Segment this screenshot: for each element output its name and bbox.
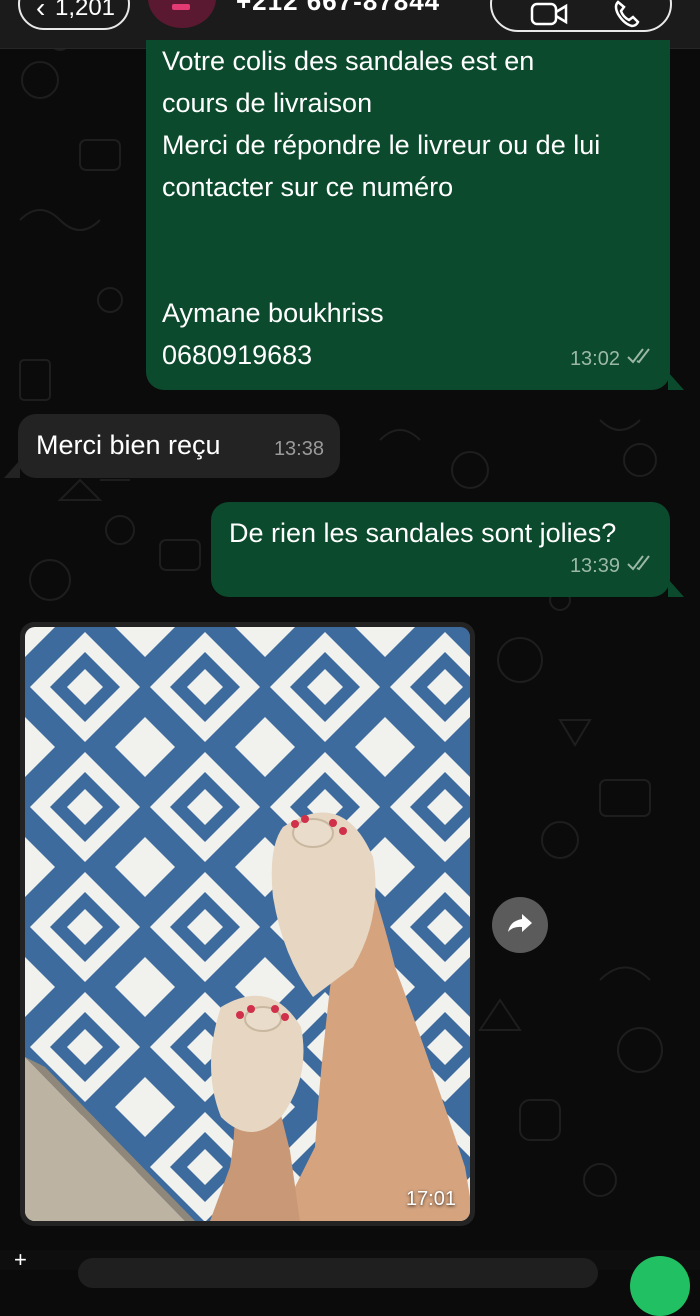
message-line: Aymane boukhriss (162, 298, 384, 328)
sandals-photo[interactable]: 17:01 (25, 627, 470, 1221)
message-time: 13:38 (273, 438, 324, 460)
outgoing-message[interactable]: Votre colis des sandales est en cours de… (146, 40, 670, 390)
image-time: 17:01 (405, 1188, 456, 1210)
bubble-tail (668, 579, 684, 597)
microphone-button[interactable] (630, 1256, 690, 1316)
message-meta: 13:39 (570, 545, 654, 587)
outgoing-message[interactable]: De rien les sandales sont jolies? 13:39 (211, 502, 670, 597)
forward-arrow-icon (507, 912, 533, 939)
chevron-left-icon: ‹ (36, 0, 46, 23)
message-line: Merci de répondre le livreur ou de lui (162, 130, 601, 160)
double-check-icon (626, 545, 654, 587)
phone-icon[interactable] (612, 0, 642, 33)
message-time: 13:02 (569, 348, 620, 370)
message-meta: 13:02 (570, 338, 654, 380)
incoming-message[interactable]: Merci bien reçu 13:38 (18, 414, 340, 478)
avatar[interactable] (148, 0, 216, 28)
message-text: Merci bien reçu (36, 430, 221, 460)
incoming-image-message[interactable]: 17:01 (20, 622, 475, 1226)
message-line: cours de livraison (162, 88, 373, 118)
message-line: Votre colis des sandales est en (162, 46, 535, 76)
video-camera-icon[interactable] (530, 0, 570, 33)
back-button[interactable]: ‹ 1,201 (18, 0, 130, 30)
bubble-tail (4, 460, 20, 478)
forward-button[interactable] (492, 897, 548, 953)
contact-name[interactable]: +212 667-87844 (236, 0, 440, 17)
message-blank-lines (162, 208, 654, 292)
double-check-icon (626, 338, 654, 380)
message-line: contacter sur ce numéro (162, 172, 454, 202)
message-input[interactable] (78, 1258, 598, 1288)
call-buttons (490, 0, 672, 32)
unread-count: 1,201 (54, 0, 116, 21)
plus-icon[interactable]: + (14, 1249, 27, 1271)
bubble-tail (668, 372, 684, 390)
composer-bar: + (0, 1249, 700, 1316)
message-text: De rien les sandales sont jolies? (229, 518, 617, 548)
message-time: 13:39 (569, 555, 620, 577)
message-meta: 13:38 (274, 428, 324, 470)
